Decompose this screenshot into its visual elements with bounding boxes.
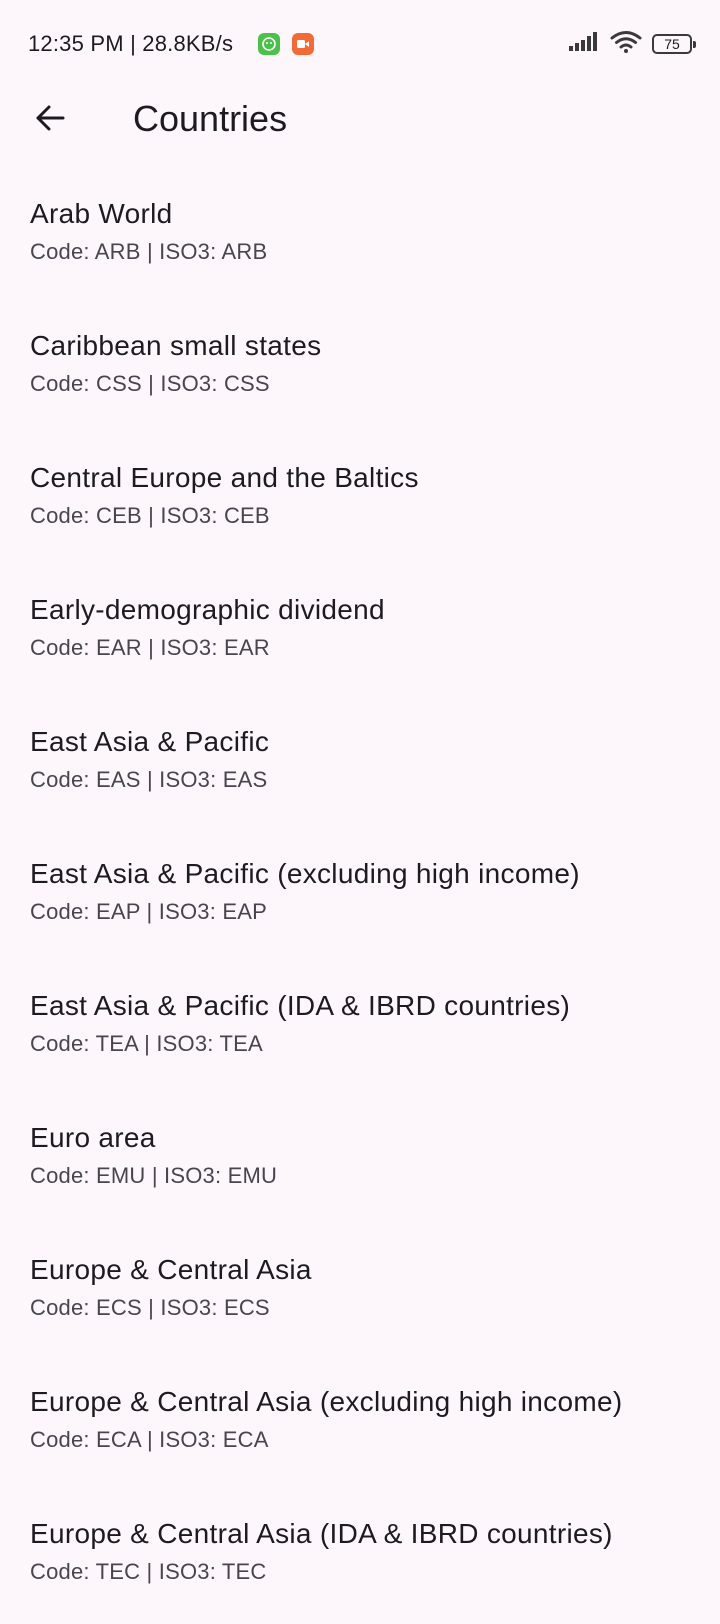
country-codes: Code: EAR | ISO3: EAR bbox=[30, 635, 270, 660]
back-button[interactable] bbox=[22, 92, 78, 148]
country-codes: Code: EAS | ISO3: EAS bbox=[30, 767, 268, 792]
country-item-emu[interactable]: Euro area Code: EMU | ISO3: EMU bbox=[0, 1096, 720, 1228]
country-list: Arab World Code: ARB | ISO3: ARB Caribbe… bbox=[0, 172, 720, 1624]
country-name: Europe & Central Asia bbox=[30, 1254, 312, 1285]
country-codes: Code: ECA | ISO3: ECA bbox=[30, 1427, 269, 1452]
country-item-eca[interactable]: Europe & Central Asia (excluding high in… bbox=[0, 1360, 720, 1492]
battery-icon: 75 bbox=[652, 34, 696, 54]
country-codes: Code: CSS | ISO3: CSS bbox=[30, 371, 270, 396]
country-name: East Asia & Pacific bbox=[30, 726, 270, 757]
country-item-ecs[interactable]: Europe & Central Asia Code: ECS | ISO3: … bbox=[0, 1228, 720, 1360]
wifi-icon bbox=[610, 30, 642, 59]
country-name: Europe & Central Asia (IDA & IBRD countr… bbox=[30, 1518, 613, 1549]
signal-icon bbox=[568, 31, 600, 58]
country-codes: Code: TEC | ISO3: TEC bbox=[30, 1559, 267, 1584]
country-name: Central Europe and the Baltics bbox=[30, 462, 419, 493]
country-item-eap[interactable]: East Asia & Pacific (excluding high inco… bbox=[0, 832, 720, 964]
app-bar: Countries bbox=[0, 80, 720, 160]
status-bar: 12:35 PM | 28.8KB/s 75 bbox=[0, 0, 720, 80]
country-item-tec[interactable]: Europe & Central Asia (IDA & IBRD countr… bbox=[0, 1492, 720, 1624]
arrow-left-icon bbox=[34, 102, 66, 139]
video-app-icon bbox=[292, 33, 314, 55]
country-name: East Asia & Pacific (IDA & IBRD countrie… bbox=[30, 990, 571, 1021]
country-codes: Code: TEA | ISO3: TEA bbox=[30, 1031, 263, 1056]
status-indicators: 75 bbox=[568, 30, 696, 59]
country-item-ceb[interactable]: Central Europe and the Baltics Code: CEB… bbox=[0, 436, 720, 568]
country-codes: Code: ECS | ISO3: ECS bbox=[30, 1295, 270, 1320]
status-time: 12:35 PM | 28.8KB/s bbox=[28, 31, 234, 56]
country-name: Europe & Central Asia (excluding high in… bbox=[30, 1386, 623, 1417]
country-codes: Code: EAP | ISO3: EAP bbox=[30, 899, 267, 924]
country-name: Euro area bbox=[30, 1122, 156, 1153]
country-item-tea[interactable]: East Asia & Pacific (IDA & IBRD countrie… bbox=[0, 964, 720, 1096]
country-codes: Code: EMU | ISO3: EMU bbox=[30, 1163, 278, 1188]
country-name: East Asia & Pacific (excluding high inco… bbox=[30, 858, 580, 889]
country-item-css[interactable]: Caribbean small states Code: CSS | ISO3:… bbox=[0, 304, 720, 436]
page-title: Countries bbox=[133, 98, 288, 139]
chat-app-icon bbox=[258, 33, 280, 55]
country-item-ear[interactable]: Early-demographic dividend Code: EAR | I… bbox=[0, 568, 720, 700]
country-item-arb[interactable]: Arab World Code: ARB | ISO3: ARB bbox=[0, 172, 720, 304]
country-codes: Code: CEB | ISO3: CEB bbox=[30, 503, 270, 528]
country-name: Arab World bbox=[30, 198, 173, 229]
country-item-eas[interactable]: East Asia & Pacific Code: EAS | ISO3: EA… bbox=[0, 700, 720, 832]
country-codes: Code: ARB | ISO3: ARB bbox=[30, 239, 268, 264]
country-name: Early-demographic dividend bbox=[30, 594, 385, 625]
country-name: Caribbean small states bbox=[30, 330, 322, 361]
